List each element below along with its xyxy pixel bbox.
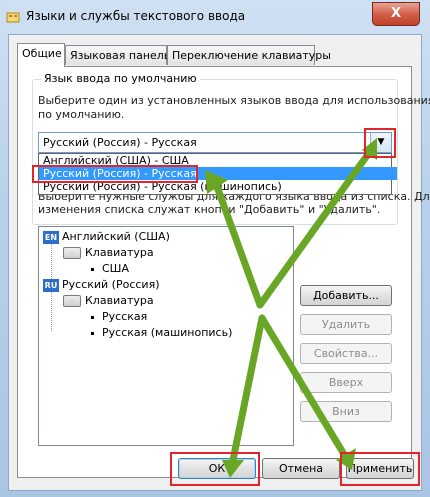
installed-services-tree[interactable]: EN Английский (США) Клавиатура США RU Русс…	[38, 226, 294, 446]
tab-keyboard-switching[interactable]: Переключение клавиатуры	[167, 45, 331, 65]
dropdown-option-ru-russian[interactable]: Русский (Россия) - Русская	[39, 167, 397, 180]
tree-language-en-label: Английский (США)	[62, 230, 170, 243]
title-bar[interactable]: Языки и службы текстового ввода X	[0, 0, 430, 34]
default-language-selected-value: Русский (Россия) - Русская	[43, 136, 197, 149]
properties-button[interactable]: Свойства...	[300, 343, 392, 364]
default-language-group-title: Язык ввода по умолчанию	[41, 72, 200, 85]
bullet-icon	[91, 331, 94, 335]
cancel-button[interactable]: Отмена	[262, 458, 340, 479]
move-up-button[interactable]: Вверх	[300, 372, 392, 393]
tree-layout-en-us[interactable]: США	[91, 262, 129, 275]
default-language-description-line2: по умолчанию.	[38, 108, 125, 121]
tab-language-bar[interactable]: Языковая панель	[65, 45, 170, 65]
add-button[interactable]: Добавить...	[300, 285, 392, 306]
tree-keyboard-group-en-label: Клавиатура	[85, 246, 154, 259]
window-title: Языки и службы текстового ввода	[26, 9, 246, 23]
tree-layout-en-us-label: США	[102, 262, 129, 275]
tree-layout-ru-russian-label: Русская	[102, 310, 148, 323]
apply-button[interactable]: Применить	[346, 458, 414, 479]
bullet-icon	[91, 267, 94, 271]
lang-en-badge-icon: EN	[43, 230, 59, 244]
dialog-window: Языки и службы текстового ввода X Общие …	[0, 0, 430, 497]
default-language-select[interactable]: Русский (Россия) - Русская ▼	[38, 132, 392, 153]
tree-layout-ru-russian[interactable]: Русская	[91, 310, 147, 323]
keyboard-language-icon	[6, 12, 20, 23]
keyboard-icon	[63, 247, 81, 259]
tree-language-en[interactable]: EN Английский (США)	[43, 230, 170, 244]
move-down-button[interactable]: Вниз	[300, 401, 392, 422]
remove-button[interactable]: Удалить	[300, 314, 392, 335]
keyboard-icon	[63, 295, 81, 307]
tree-keyboard-group-ru-label: Клавиатура	[85, 294, 154, 307]
tree-layout-ru-typewriter-label: Русская (машинопись)	[102, 326, 233, 339]
lang-ru-badge-icon: RU	[43, 278, 59, 292]
default-language-description-line1: Выберите один из установленных языков вв…	[38, 94, 430, 107]
default-language-dropdown-list: Английский (США) - США Русский (Россия) …	[38, 153, 397, 195]
tab-general[interactable]: Общие	[17, 43, 65, 67]
tree-connector	[51, 291, 52, 331]
close-button[interactable]: X	[372, 2, 420, 26]
dropdown-option-en-us[interactable]: Английский (США) - США	[39, 154, 397, 167]
tree-connector	[51, 243, 52, 283]
tree-language-ru-label: Русский (Россия)	[62, 278, 160, 291]
chevron-down-icon[interactable]: ▼	[370, 133, 391, 152]
tree-language-ru[interactable]: RU Русский (Россия)	[43, 278, 160, 292]
bullet-icon	[91, 315, 94, 319]
tree-keyboard-group-en[interactable]: Клавиатура	[63, 246, 154, 259]
ok-button[interactable]: ОК	[178, 458, 256, 479]
services-description-line2: изменения списка служат кнопки "Добавить…	[38, 203, 381, 216]
tree-keyboard-group-ru[interactable]: Клавиатура	[63, 294, 154, 307]
tree-layout-ru-typewriter[interactable]: Русская (машинопись)	[91, 326, 232, 339]
dropdown-option-ru-typewriter[interactable]: Русский (Россия) - Русская (машинопись)	[39, 180, 397, 193]
